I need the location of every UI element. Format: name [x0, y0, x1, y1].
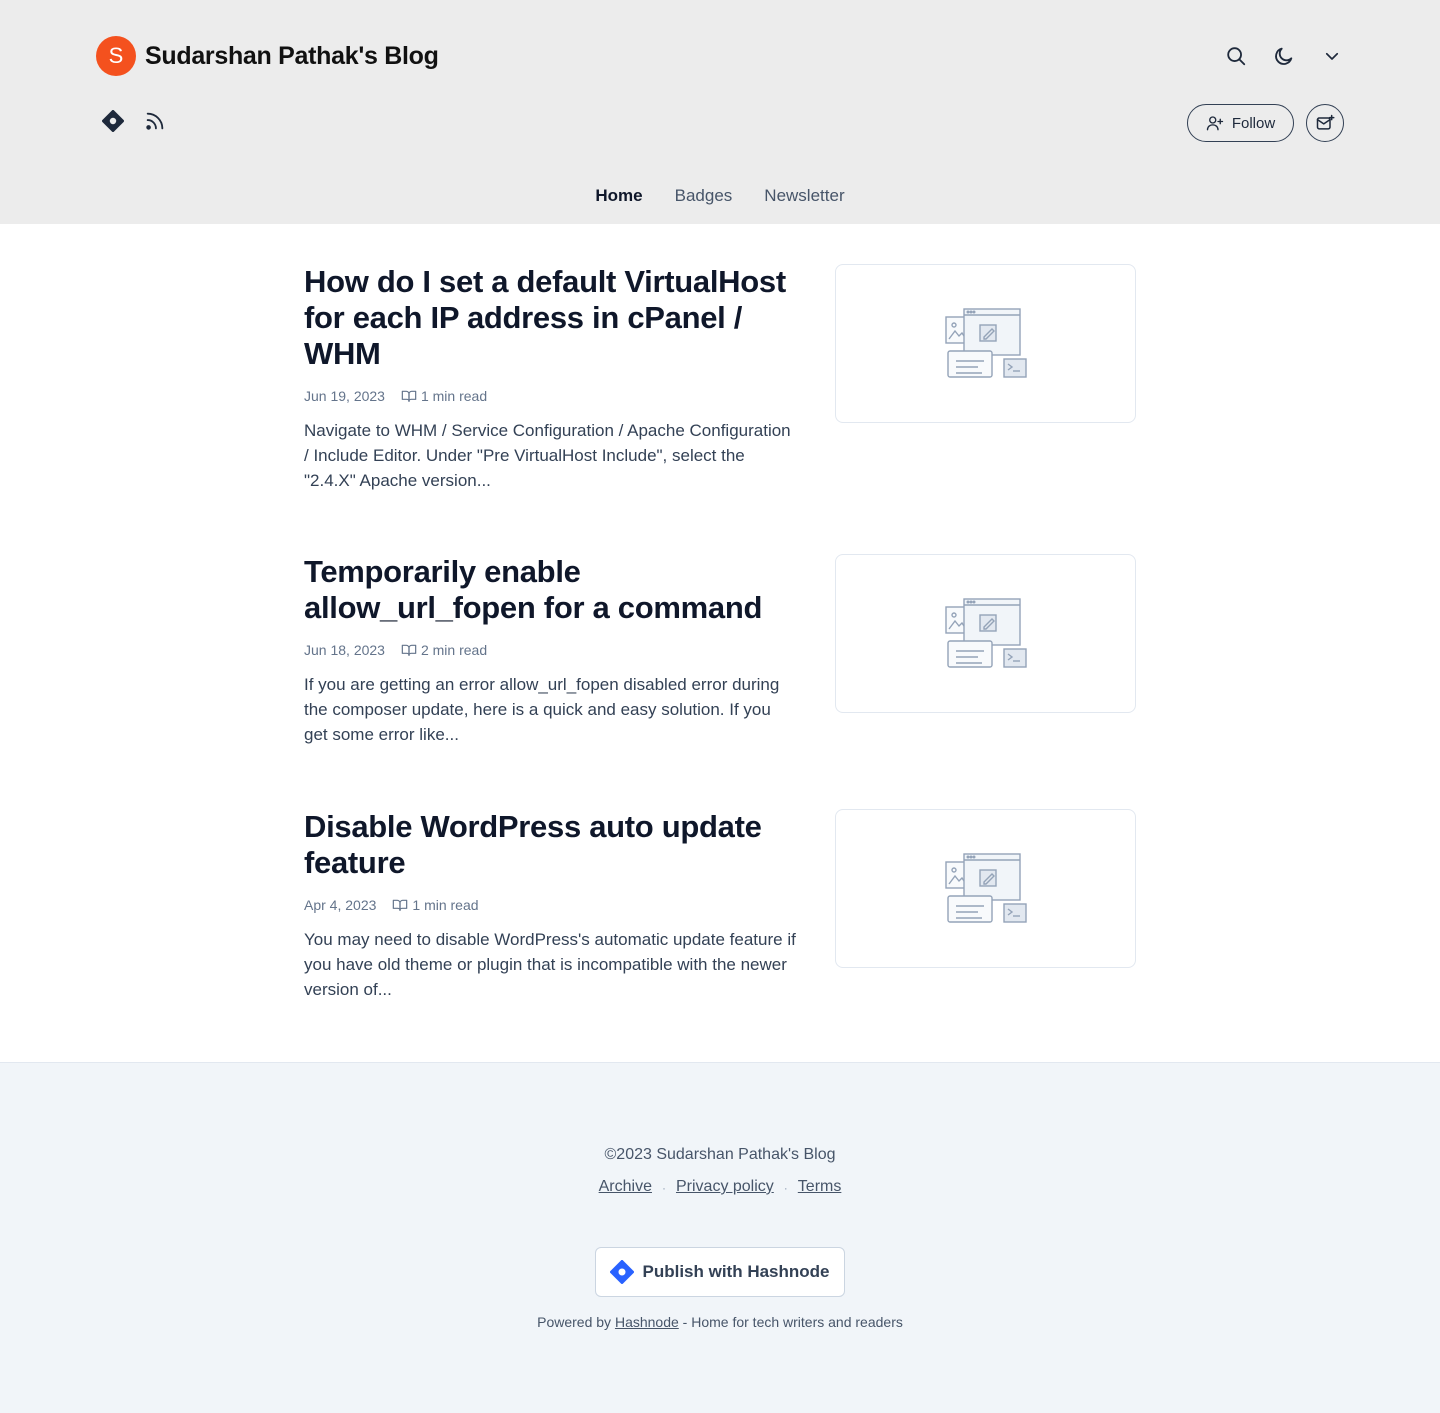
user-plus-icon — [1206, 116, 1223, 131]
nav-newsletter[interactable]: Newsletter — [764, 186, 844, 206]
newsletter-subscribe-button[interactable] — [1306, 104, 1344, 142]
blog-header: S Sudarshan Pathak's Blog Follow Home Ba… — [0, 0, 1440, 224]
rss-icon — [146, 112, 164, 130]
powered-by: Powered by Hashnode - Home for tech writ… — [0, 1314, 1440, 1330]
follow-label: Follow — [1231, 114, 1276, 132]
powered-suffix: - Home for tech writers and readers — [682, 1314, 903, 1330]
post-cover-image[interactable] — [835, 264, 1136, 423]
search-button[interactable] — [1224, 40, 1248, 72]
post-excerpt[interactable]: Navigate to WHM / Service Configuration … — [304, 418, 799, 493]
post-cover-image[interactable] — [835, 809, 1136, 968]
post-title[interactable]: Disable WordPress auto update feature — [304, 809, 799, 881]
terms-link[interactable]: Terms — [798, 1178, 842, 1198]
link-separator: · — [661, 1181, 666, 1195]
post-excerpt[interactable]: If you are getting an error allow_url_fo… — [304, 672, 799, 747]
chevron-down-icon — [1325, 52, 1339, 60]
newsletter-icon — [1316, 114, 1335, 130]
blog-title[interactable]: Sudarshan Pathak's Blog — [145, 42, 439, 71]
read-time: 1 min read — [392, 897, 479, 913]
read-time: 2 min read — [401, 642, 487, 658]
footer-links: Archive · Privacy policy · Terms — [0, 1178, 1440, 1198]
blog-avatar[interactable]: S — [96, 36, 136, 76]
publish-with-hashnode-button[interactable]: Publish with Hashnode — [595, 1247, 845, 1297]
post-title[interactable]: Temporarily enable allow_url_fopen for a… — [304, 554, 799, 626]
post-date: Jun 19, 2023 — [304, 388, 385, 404]
image-placeholder-icon — [944, 307, 1027, 378]
header-actions — [1224, 40, 1344, 72]
copyright-text: ©2023 Sudarshan Pathak's Blog — [604, 1146, 836, 1163]
rss-link[interactable] — [144, 110, 166, 137]
archive-link[interactable]: Archive — [599, 1178, 652, 1198]
hashnode-logo-icon — [610, 1260, 635, 1284]
powered-prefix: Powered by — [537, 1314, 612, 1330]
follow-button[interactable]: Follow — [1187, 104, 1294, 142]
site-footer: ©2023 Sudarshan Pathak's Blog Archive · … — [0, 1062, 1440, 1413]
post-title[interactable]: How do I set a default VirtualHost for e… — [304, 264, 799, 372]
post-text: Disable WordPress auto update feature Ap… — [304, 809, 799, 1002]
moon-icon — [1275, 47, 1293, 65]
read-time-label: 1 min read — [420, 388, 488, 404]
link-separator: · — [783, 1181, 788, 1195]
post-excerpt[interactable]: You may need to disable WordPress's auto… — [304, 927, 799, 1002]
search-icon — [1227, 47, 1246, 66]
post-text: How do I set a default VirtualHost for e… — [304, 264, 799, 493]
theme-toggle-button[interactable] — [1272, 40, 1296, 72]
social-links — [102, 110, 166, 137]
hashnode-icon — [102, 110, 124, 132]
post-meta: Jun 18, 2023 2 min read — [304, 638, 799, 662]
read-time: 1 min read — [401, 388, 487, 404]
blog-brand[interactable]: S Sudarshan Pathak's Blog — [96, 36, 439, 76]
post-text: Temporarily enable allow_url_fopen for a… — [304, 554, 799, 747]
publish-label: Publish with Hashnode — [642, 1262, 830, 1281]
main-nav: Home Badges Newsletter — [0, 186, 1440, 206]
nav-home[interactable]: Home — [595, 186, 642, 206]
post-date: Apr 4, 2023 — [304, 897, 377, 913]
book-open-icon — [401, 390, 417, 402]
image-placeholder-icon — [944, 597, 1027, 668]
post-meta: Jun 19, 2023 1 min read — [304, 384, 799, 408]
hashnode-profile-link[interactable] — [102, 110, 124, 137]
book-open-icon — [401, 644, 417, 656]
more-menu-button[interactable] — [1320, 40, 1344, 72]
privacy-policy-link[interactable]: Privacy policy — [676, 1178, 774, 1198]
read-time-label: 1 min read — [412, 897, 479, 913]
book-open-icon — [393, 899, 408, 911]
hashnode-link[interactable]: Hashnode — [615, 1314, 679, 1330]
post-date: Jun 18, 2023 — [304, 642, 385, 658]
post-cover-image[interactable] — [835, 554, 1136, 713]
image-placeholder-icon — [944, 852, 1027, 923]
read-time-label: 2 min read — [420, 642, 488, 658]
nav-badges[interactable]: Badges — [675, 186, 733, 206]
post-meta: Apr 4, 2023 1 min read — [304, 893, 799, 917]
